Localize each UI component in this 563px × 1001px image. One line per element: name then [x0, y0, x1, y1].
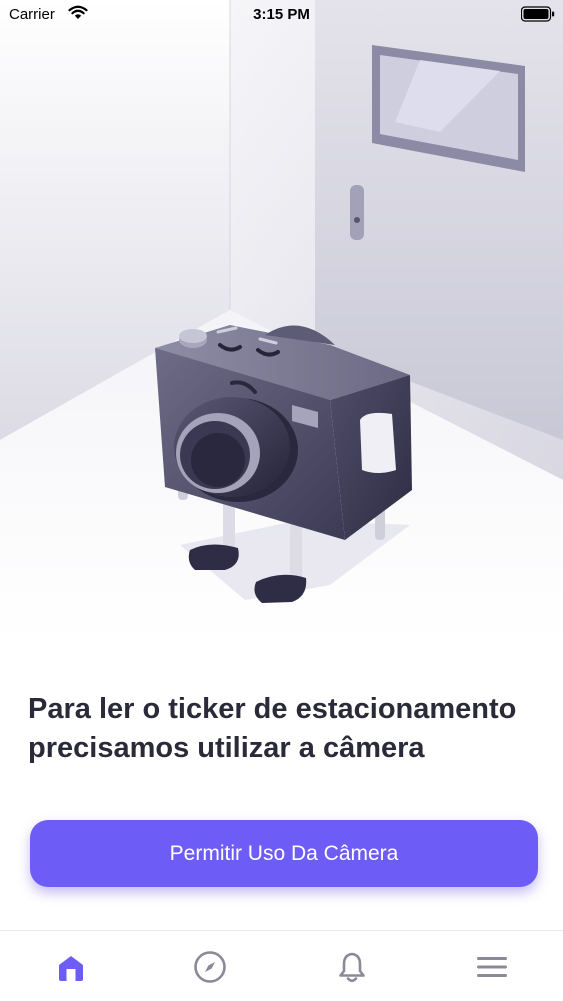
status-bar: Carrier 3:15 PM: [0, 0, 563, 30]
tab-explore[interactable]: [190, 947, 230, 987]
tab-notifications[interactable]: [332, 947, 372, 987]
page-title: Para ler o ticker de estacionamento prec…: [28, 693, 517, 764]
battery-icon: [521, 6, 555, 22]
tab-bar: [0, 930, 563, 1001]
compass-icon: [194, 951, 226, 983]
allow-camera-button[interactable]: Permitir Uso Da Câmera: [30, 820, 538, 887]
status-time: 3:15 PM: [253, 6, 310, 23]
tab-home[interactable]: [51, 947, 91, 987]
menu-icon: [477, 957, 507, 977]
bell-icon: [339, 952, 365, 983]
tab-menu[interactable]: [472, 947, 512, 987]
home-icon: [59, 956, 83, 981]
camera-illustration: [0, 0, 563, 640]
